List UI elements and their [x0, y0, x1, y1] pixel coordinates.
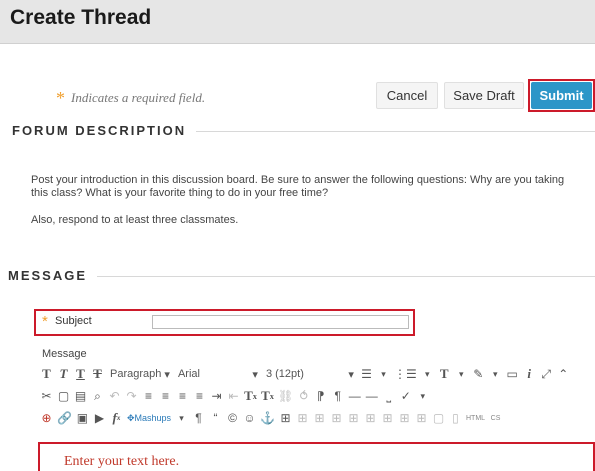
editor-toolbar-row-3: ⊕ 🔗 ▣ ▶ fx ✥ Mashups ▾ ¶ “ © ☺ ⚓ ⊞ ⊞ ⊞ ⊞ … — [38, 407, 595, 429]
highlight-pen-icon[interactable]: ✎ — [470, 364, 487, 384]
text-color-icon[interactable]: T — [436, 364, 453, 384]
forum-description-instruction: Also, respond to at least three classmat… — [31, 214, 239, 226]
html-source-button[interactable]: HTML — [464, 408, 487, 428]
horizontal-line-icon[interactable]: — — [363, 386, 380, 406]
superscript-icon[interactable]: Tx — [242, 386, 259, 406]
math-formula-icon[interactable]: fx — [108, 408, 125, 428]
fullscreen-icon[interactable]: ⤢ — [538, 364, 555, 384]
redo-icon[interactable]: ↷ — [123, 386, 140, 406]
justify-icon[interactable]: ≡ — [191, 386, 208, 406]
description-line-1: Post your introduction in this discussio… — [31, 174, 565, 186]
description-line-2: this class? What is your favorite thing … — [31, 187, 329, 199]
cut-icon[interactable]: ✂ — [38, 386, 55, 406]
editor-toolbar-row-2: ✂ ▢ ▤ ⌕ ↶ ↷ ≡ ≡ ≡ ≡ ⇥ ⇤ Tx Tx ⛓ ⥀ ⁋ ¶ — … — [38, 385, 595, 407]
align-center-icon[interactable]: ≡ — [157, 386, 174, 406]
numbered-list-icon[interactable]: ⋮☰ — [392, 364, 419, 384]
align-right-icon[interactable]: ≡ — [174, 386, 191, 406]
delete-col-icon[interactable]: ⊞ — [413, 408, 430, 428]
mashups-icon: ✥ — [126, 412, 135, 423]
format-select[interactable]: Paragraph ▾ — [106, 364, 174, 384]
css-button[interactable]: CS — [487, 408, 504, 428]
horizontal-rule-icon[interactable]: — — [346, 386, 363, 406]
blockquote-icon[interactable]: “ — [207, 408, 224, 428]
add-content-icon[interactable]: ⊕ — [38, 408, 55, 428]
required-field-note: * Indicates a required field. — [56, 86, 206, 108]
title-bar: Create Thread — [0, 0, 595, 44]
spellcheck-icon[interactable]: ✓ — [397, 386, 414, 406]
editor-toolbar-row-1: T T T T Paragraph ▾ Arial ▾ 3 (12pt) ▾ ☰ ▾… — [38, 363, 595, 385]
rtl-icon[interactable]: ¶ — [329, 386, 346, 406]
mashups-menu[interactable]: ✥ Mashups — [125, 408, 173, 428]
preview-icon[interactable]: ▭ — [504, 364, 521, 384]
mashups-label: Mashups — [134, 413, 172, 423]
subscript-icon[interactable]: Tx — [259, 386, 276, 406]
required-note-text: Indicates a required field. — [71, 90, 206, 105]
size-select-value: 3 (12pt) — [265, 368, 304, 380]
page-title: Create Thread — [10, 6, 152, 29]
collapse-icon[interactable]: ⌃ — [555, 364, 572, 384]
bold-icon[interactable]: T — [38, 364, 55, 384]
table-row-props-icon[interactable]: ⊞ — [294, 408, 311, 428]
indent-icon[interactable]: ⇥ — [208, 386, 225, 406]
save-draft-button[interactable]: Save Draft — [444, 82, 524, 109]
chevron-down-icon[interactable]: ▾ — [375, 364, 392, 384]
italic-icon[interactable]: T — [55, 364, 72, 384]
insert-link-icon[interactable]: 🔗 — [55, 408, 74, 428]
delete-row-icon[interactable]: ⊞ — [362, 408, 379, 428]
outdent-icon[interactable]: ⇤ — [225, 386, 242, 406]
submit-button[interactable]: Submit — [531, 82, 592, 109]
insert-media-icon[interactable]: ▶ — [91, 408, 108, 428]
anchor-icon[interactable]: ⚓ — [258, 408, 277, 428]
insert-col-after-icon[interactable]: ⊞ — [396, 408, 413, 428]
ltr-icon[interactable]: ⁋ — [312, 386, 329, 406]
emoticon-icon[interactable]: ☺ — [241, 408, 258, 428]
message-divider — [12, 276, 595, 277]
chevron-down-icon[interactable]: ▾ — [173, 408, 190, 428]
underline-icon[interactable]: T — [72, 364, 89, 384]
copy-icon[interactable]: ▢ — [55, 386, 72, 406]
subject-input[interactable] — [152, 315, 409, 329]
undo-icon[interactable]: ↶ — [106, 386, 123, 406]
info-icon[interactable]: i — [521, 364, 538, 384]
required-star-icon: * — [56, 88, 65, 108]
chevron-down-icon[interactable]: ▾ — [487, 364, 504, 384]
merge-cells-icon[interactable]: ▯ — [447, 408, 464, 428]
insert-row-before-icon[interactable]: ⊞ — [328, 408, 345, 428]
link-icon[interactable]: ⛓ — [276, 386, 295, 406]
message-editor[interactable]: Enter your text here. — [64, 454, 179, 470]
chevron-down-icon[interactable]: ▾ — [453, 364, 470, 384]
paragraph-mark-icon[interactable]: ¶ — [190, 408, 207, 428]
copyright-icon[interactable]: © — [224, 408, 241, 428]
forum-description-heading: FORUM DESCRIPTION — [12, 123, 197, 138]
forum-description-paragraph: Post your introduction in this discussio… — [31, 174, 591, 200]
nonbreaking-space-icon[interactable]: ⎵ — [380, 386, 397, 406]
required-star-icon: * — [42, 313, 48, 330]
insert-row-after-icon[interactable]: ⊞ — [345, 408, 362, 428]
chevron-down-icon[interactable]: ▾ — [419, 364, 436, 384]
font-select[interactable]: Arial ▾ — [174, 364, 262, 384]
insert-image-icon[interactable]: ▣ — [74, 408, 91, 428]
chevron-down-icon[interactable]: ▾ — [414, 386, 431, 406]
table-cell-props-icon[interactable]: ⊞ — [311, 408, 328, 428]
paste-icon[interactable]: ▤ — [72, 386, 89, 406]
table-icon[interactable]: ⊞ — [277, 408, 294, 428]
font-select-value: Arial — [177, 368, 200, 380]
align-left-icon[interactable]: ≡ — [140, 386, 157, 406]
size-select[interactable]: 3 (12pt) ▾ — [262, 364, 358, 384]
message-label: Message — [42, 348, 87, 360]
strikethrough-icon[interactable]: T — [89, 364, 106, 384]
message-heading: MESSAGE — [8, 268, 98, 283]
cancel-button[interactable]: Cancel — [376, 82, 438, 109]
subject-label: Subject — [55, 315, 92, 327]
insert-col-before-icon[interactable]: ⊞ — [379, 408, 396, 428]
format-select-value: Paragraph — [110, 368, 162, 380]
unlink-icon[interactable]: ⥀ — [295, 386, 312, 406]
find-icon[interactable]: ⌕ — [89, 386, 106, 406]
bullet-list-icon[interactable]: ☰ — [358, 364, 375, 384]
split-cells-icon[interactable]: ▢ — [430, 408, 447, 428]
